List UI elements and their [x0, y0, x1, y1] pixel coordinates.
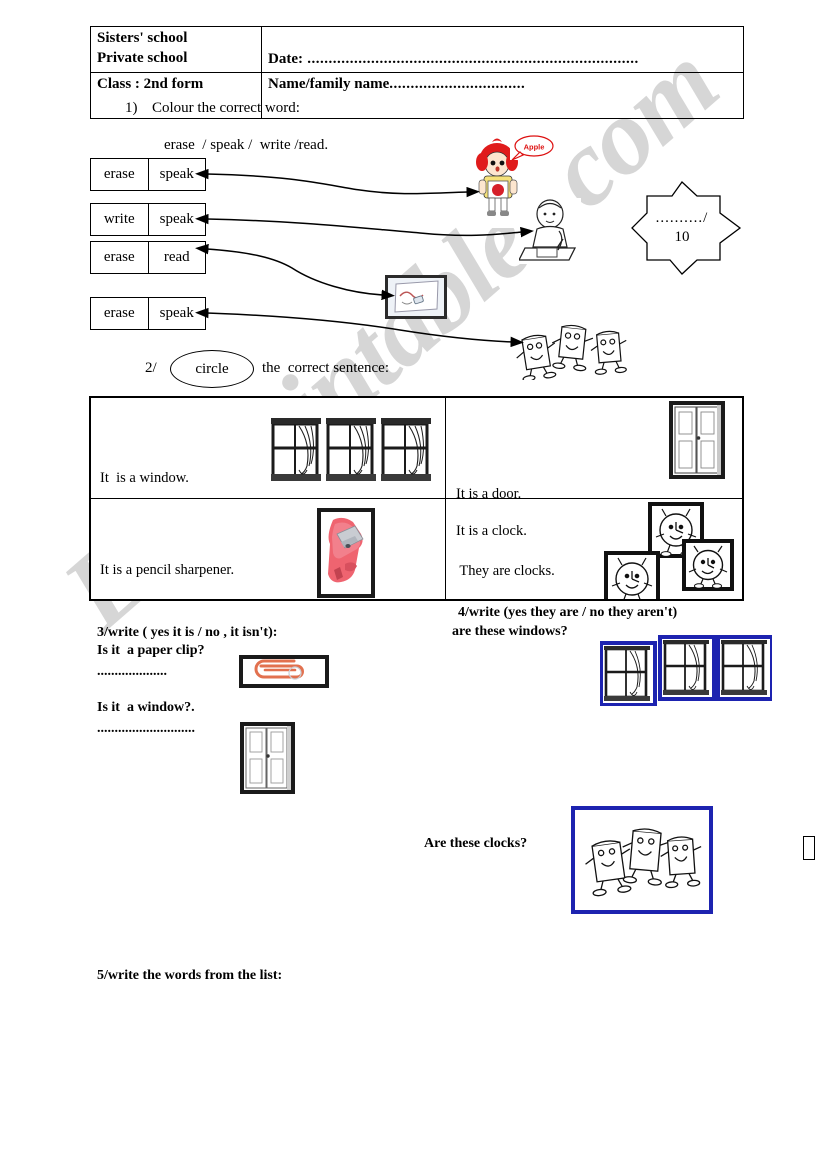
three-clock-characters-image: [598, 500, 738, 599]
sentence-singular: It is a pencil sharpener.: [100, 562, 235, 578]
exercise1-word-list: erase / speak / write /read.: [164, 137, 329, 153]
class-label: Class : 2nd form: [97, 75, 204, 92]
word-option-erase[interactable]: erase: [91, 242, 149, 273]
missing-glyph-box: [803, 836, 815, 860]
exercise2-table: It is a window. They are windows.: [89, 396, 744, 601]
cell-sentence-4-plural: They are clocks.: [456, 562, 555, 579]
word-choice-box-4[interactable]: erase speak: [90, 297, 206, 330]
cell-sentence-4-singular: It is a clock.: [456, 522, 527, 539]
date-label: Date:: [268, 51, 303, 67]
word-option-speak[interactable]: speak: [149, 204, 206, 235]
exercise2-cell-window[interactable]: It is a window. They are windows.: [91, 398, 446, 499]
circle-word-label: circle: [195, 360, 229, 377]
exercise4-heading-line-1: 4/write (yes they are / no they aren't): [458, 605, 678, 620]
paper-clip-image: [239, 655, 329, 688]
date-dots: ........................................…: [302, 51, 639, 67]
exercise2-number: 2/: [145, 360, 157, 376]
door-panel-image: [240, 722, 295, 794]
score-dots: ........../: [655, 210, 709, 227]
three-blue-framed-windows-image: [600, 634, 772, 706]
exercise2-cell-sharpener[interactable]: It is a pencil sharpener. They are penci…: [91, 498, 446, 600]
speech-bubble: Apple: [510, 134, 555, 160]
red-pencil-sharpener-image: [317, 507, 375, 598]
table-row: Sisters' school Private school Date: ...…: [90, 26, 744, 73]
word-option-write[interactable]: write: [91, 204, 149, 235]
score-burst: ........../ 10: [612, 178, 752, 278]
word-choice-box-2[interactable]: write speak: [90, 203, 206, 236]
svg-text:Apple: Apple: [524, 143, 545, 152]
three-clock-characters-blue-frame-image: [571, 806, 713, 914]
word-option-erase[interactable]: erase: [91, 159, 149, 190]
word-choice-box-3[interactable]: erase read: [90, 241, 206, 274]
score-total: 10: [674, 229, 690, 245]
sentence-singular: It is a door.: [456, 485, 522, 499]
school-name-cell: Sisters' school Private school: [90, 26, 262, 73]
eraser-on-paper-image: [385, 275, 447, 319]
worksheet-page: ESLprintables.com Sisters' school Privat…: [0, 0, 826, 1169]
exercise1-instruction: Colour the correct word:: [152, 100, 300, 116]
exercise4-question-2: Are these clocks?: [424, 836, 528, 851]
name-cell: Name/family name........................…: [261, 71, 744, 119]
exercise4-heading-line-2: are these windows?: [452, 624, 568, 639]
three-windows-image: [269, 414, 435, 484]
date-cell: Date: ..................................…: [261, 26, 744, 73]
word-choice-box-1[interactable]: erase speak: [90, 158, 206, 191]
exercise3-answer-line-1[interactable]: ....................: [97, 664, 167, 680]
exercise2-cell-door[interactable]: It is a door. They are doors.: [446, 398, 742, 499]
exercise3-heading: 3/write ( yes it is / no , it isn't):: [97, 625, 278, 640]
name-label: Name/family name: [268, 75, 390, 92]
school-line-1: Sisters' school: [97, 30, 188, 46]
word-option-erase[interactable]: erase: [91, 298, 149, 329]
word-option-speak[interactable]: speak: [149, 159, 206, 190]
date-spacer: [268, 29, 737, 50]
dancing-books-characters-image: [510, 318, 634, 380]
exercise2-instruction: the correct sentence:: [262, 360, 390, 376]
circle-word-ellipse[interactable]: circle: [170, 350, 254, 388]
person-writing-at-desk-image: [519, 198, 581, 264]
exercise3-answer-line-2[interactable]: ............................: [97, 721, 195, 737]
name-dots: ................................: [389, 75, 526, 92]
double-door-image: [669, 401, 725, 479]
score-text-wrapper: ........../ 10: [612, 178, 752, 278]
exercise2-cell-clock[interactable]: It is a clock. They are clocks.: [446, 499, 742, 599]
cell-sentence-1: It is a window. They are windows.: [100, 424, 222, 498]
exercise1-number: 1): [125, 100, 138, 116]
word-option-speak[interactable]: speak: [149, 298, 206, 329]
cell-sentence-3: It is a pencil sharpener. They are penci…: [100, 517, 259, 600]
exercise3-question-2: Is it a window?.: [97, 700, 195, 715]
exercise5-heading: 5/write the words from the list:: [97, 968, 283, 983]
school-line-2: Private school: [97, 49, 188, 66]
word-option-read[interactable]: read: [149, 242, 206, 273]
cell-sentence-2: It is a door. They are doors.: [456, 440, 547, 499]
sentence-singular: It is a window.: [100, 469, 189, 486]
exercise3-question-1: Is it a paper clip?: [97, 643, 205, 658]
